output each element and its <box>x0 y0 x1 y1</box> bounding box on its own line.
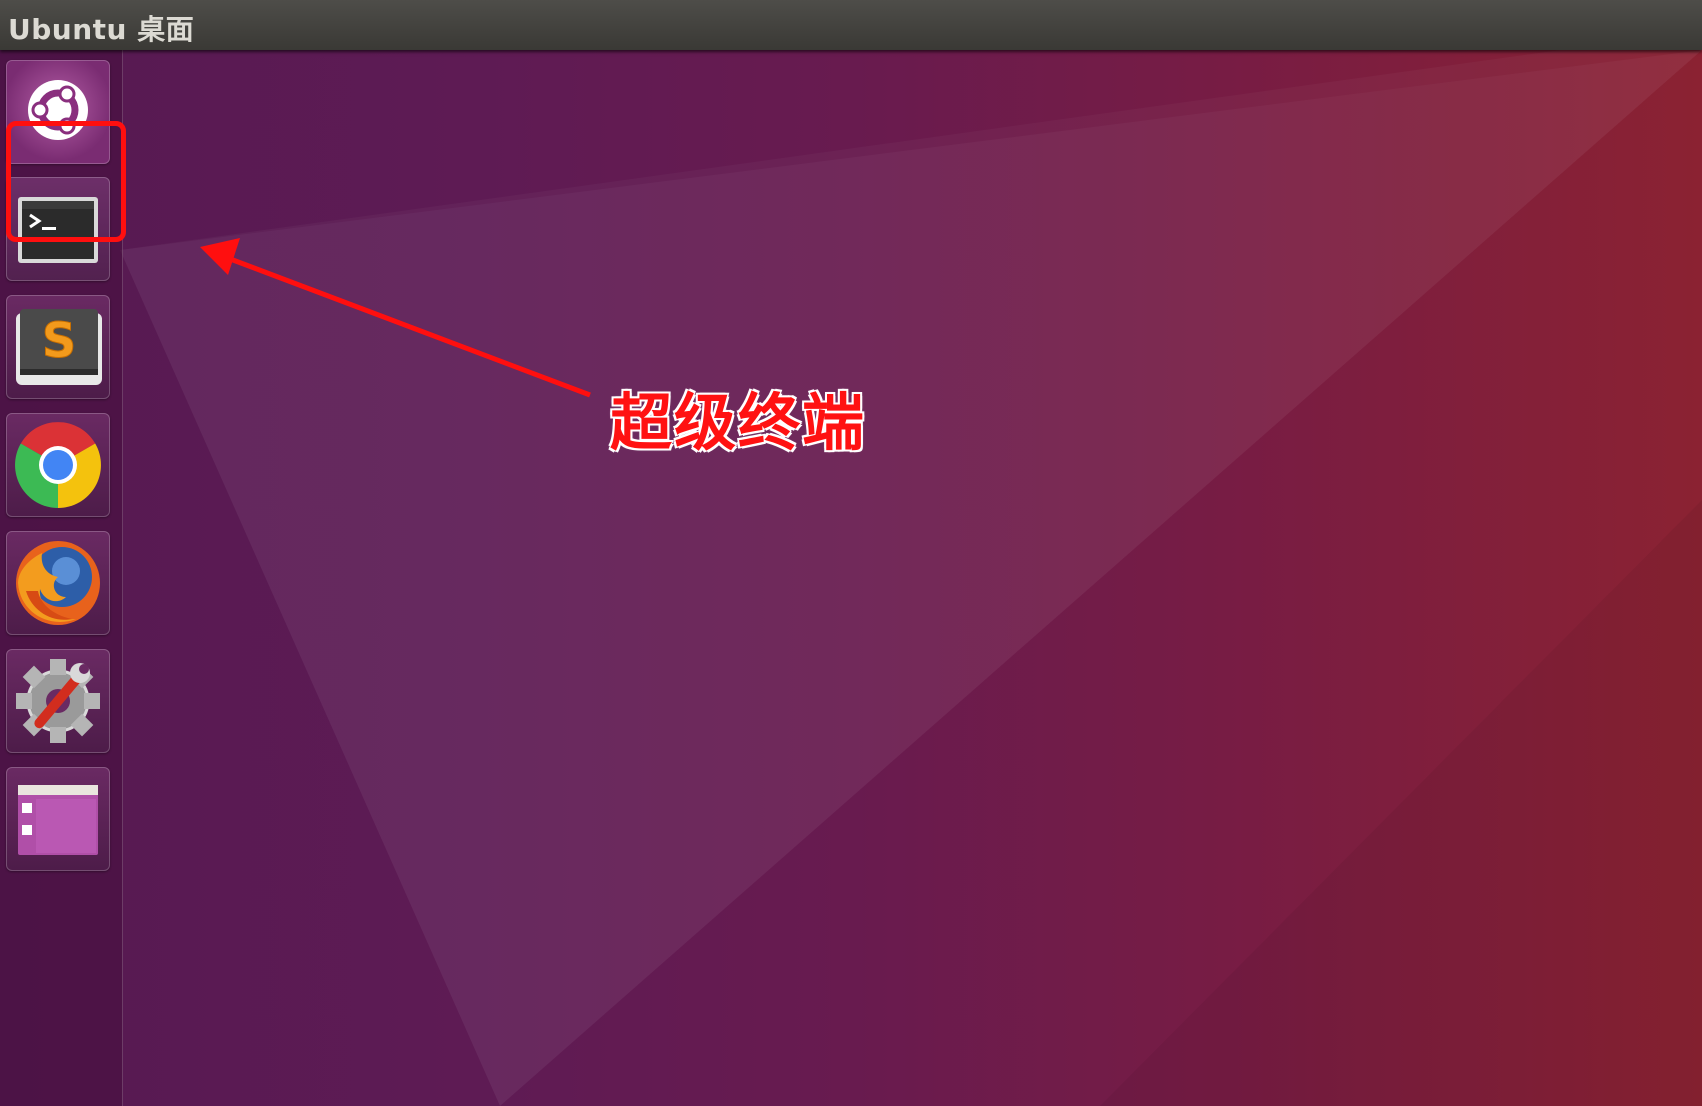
chrome-icon <box>15 422 101 508</box>
desktop[interactable] <box>0 50 1702 1106</box>
launcher-item-chrome[interactable] <box>6 413 110 517</box>
svg-text:S: S <box>42 313 77 369</box>
gear-wrench-icon <box>16 659 100 743</box>
launcher-item-system-settings[interactable] <box>6 649 110 753</box>
wallpaper <box>1100 500 1702 1106</box>
annotation-label: 超级终端 <box>609 385 867 460</box>
panel-title: Ubuntu 桌面 <box>8 13 195 46</box>
launcher-item-workspace-switcher[interactable] <box>6 767 110 871</box>
launcher-item-sublime-text[interactable]: S <box>6 295 110 399</box>
top-panel: Ubuntu 桌面 <box>0 0 1702 50</box>
firefox-icon <box>16 541 100 625</box>
terminal-highlight-box <box>6 121 126 242</box>
launcher-item-firefox[interactable] <box>6 531 110 635</box>
workspace-icon <box>18 785 98 855</box>
sublime-text-icon: S <box>16 309 102 385</box>
